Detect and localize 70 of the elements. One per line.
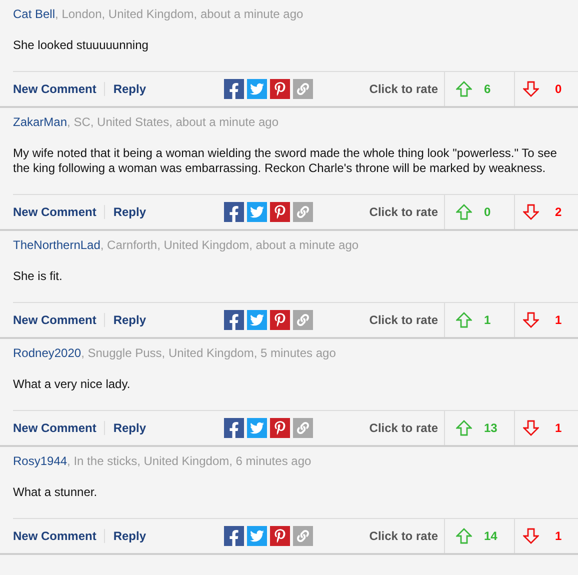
comment-meta: , Snuggle Puss, United Kingdom, 5 minutes ago — [81, 346, 336, 360]
reply-link[interactable]: Reply — [113, 311, 146, 329]
upvote-count: 6 — [484, 81, 491, 98]
comment-text: My wife noted that it being a woman wielding the sword made the whole thing look "powerless." To see the king following a woman was embarrassing. Reckon Charle's throne will be marked by weakness. — [12, 146, 558, 176]
comment-text: She looked stuuuuunning — [12, 38, 150, 53]
downvote-count: 1 — [555, 420, 562, 437]
facebook-share-button[interactable] — [224, 202, 244, 222]
down-arrow-icon[interactable] — [523, 528, 539, 544]
rate-label: Click to rate — [369, 81, 438, 98]
comment-text: What a stunner. — [12, 485, 98, 500]
upvote-count: 13 — [484, 420, 498, 437]
link-share-button[interactable] — [293, 526, 314, 546]
comment-meta: , SC, United States, about a minute ago — [67, 115, 278, 129]
author-name[interactable]: Rosy1944 — [13, 454, 68, 468]
up-arrow-icon[interactable] — [456, 81, 472, 97]
twitter-share-button[interactable] — [247, 526, 268, 546]
author-name[interactable]: Cat Bell — [13, 7, 56, 21]
up-arrow-icon[interactable] — [456, 312, 472, 328]
upvote-count: 1 — [484, 312, 491, 329]
downvote-count: 0 — [555, 81, 562, 98]
author-name[interactable]: ZakarMan — [13, 115, 68, 129]
comment-meta: , Carnforth, United Kingdom, about a minute ago — [100, 238, 359, 252]
comment-meta: , London, United Kingdom, about a minute ago — [55, 7, 304, 21]
rate-label: Click to rate — [369, 204, 438, 221]
pinterest-share-button[interactable] — [270, 79, 290, 99]
rate-label: Click to rate — [369, 312, 438, 329]
facebook-share-button[interactable] — [224, 526, 244, 546]
pinterest-share-button[interactable] — [270, 202, 290, 222]
facebook-share-button[interactable] — [224, 79, 244, 99]
downvote-count: 1 — [555, 312, 562, 329]
up-arrow-icon[interactable] — [456, 204, 472, 220]
up-arrow-icon[interactable] — [456, 420, 472, 436]
new-comment-link[interactable]: New Comment — [13, 311, 96, 329]
pinterest-share-button[interactable] — [270, 310, 290, 330]
downvote-count: 1 — [555, 528, 562, 545]
down-arrow-icon[interactable] — [523, 204, 539, 220]
facebook-share-button[interactable] — [224, 418, 244, 438]
new-comment-link[interactable]: New Comment — [13, 80, 96, 98]
author-name[interactable]: TheNorthernLad — [13, 238, 100, 252]
upvote-count: 14 — [484, 528, 498, 545]
comment-text: She is fit. — [12, 269, 64, 284]
reply-link[interactable]: Reply — [113, 80, 146, 98]
pinterest-share-button[interactable] — [270, 526, 290, 546]
comment-text: What a very nice lady. — [12, 377, 132, 392]
link-share-button[interactable] — [293, 202, 314, 222]
twitter-share-button[interactable] — [247, 79, 268, 99]
comment-meta: , In the sticks, United Kingdom, 6 minutes ago — [67, 454, 312, 468]
link-share-button[interactable] — [293, 79, 314, 99]
downvote-count: 2 — [555, 204, 562, 221]
new-comment-link[interactable]: New Comment — [13, 527, 96, 545]
link-share-button[interactable] — [293, 418, 314, 438]
new-comment-link[interactable]: New Comment — [13, 419, 96, 437]
reply-link[interactable]: Reply — [113, 527, 146, 545]
upvote-count: 0 — [484, 204, 491, 221]
up-arrow-icon[interactable] — [456, 528, 472, 544]
rate-label: Click to rate — [369, 528, 438, 545]
pinterest-share-button[interactable] — [270, 418, 290, 438]
twitter-share-button[interactable] — [247, 202, 268, 222]
down-arrow-icon[interactable] — [523, 312, 539, 328]
link-share-button[interactable] — [293, 310, 314, 330]
reply-link[interactable]: Reply — [113, 419, 146, 437]
twitter-share-button[interactable] — [247, 418, 268, 438]
facebook-share-button[interactable] — [224, 310, 244, 330]
new-comment-link[interactable]: New Comment — [13, 203, 96, 221]
twitter-share-button[interactable] — [247, 310, 268, 330]
down-arrow-icon[interactable] — [523, 81, 539, 97]
author-name[interactable]: Rodney2020 — [13, 346, 82, 360]
down-arrow-icon[interactable] — [523, 420, 539, 436]
rate-label: Click to rate — [369, 420, 438, 437]
reply-link[interactable]: Reply — [113, 203, 146, 221]
